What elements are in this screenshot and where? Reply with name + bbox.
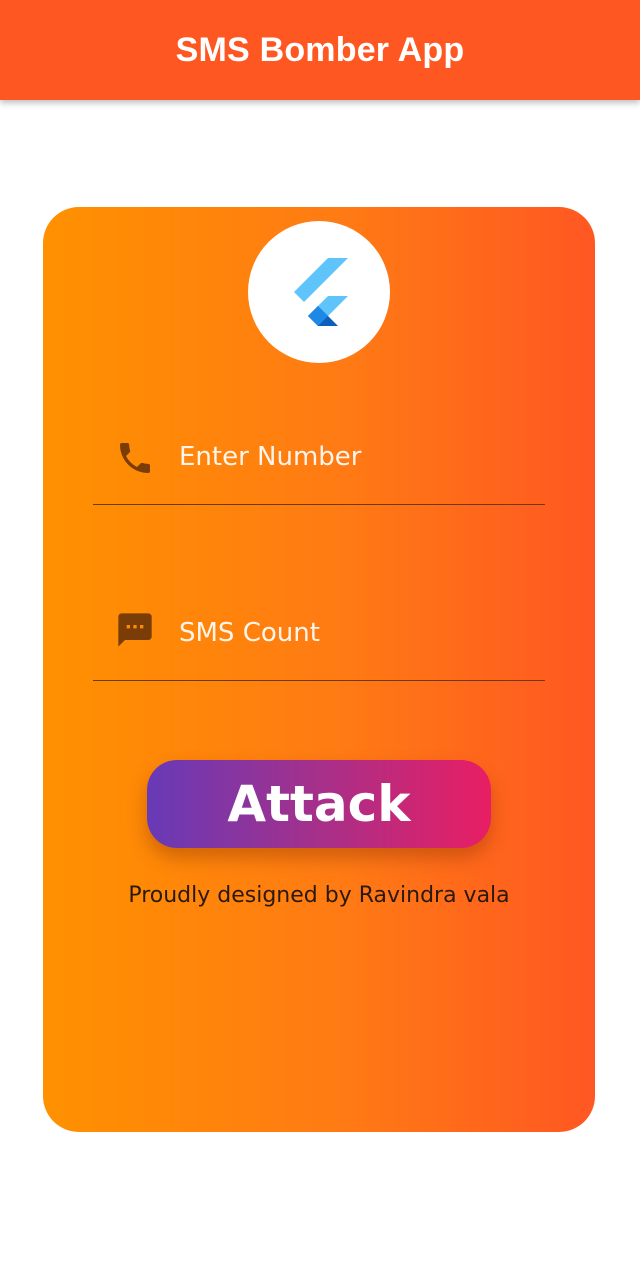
attack-button[interactable]: Attack (147, 760, 491, 848)
sms-icon (118, 613, 152, 647)
sms-count-field (93, 590, 545, 681)
phone-number-field (93, 414, 545, 505)
phone-icon (120, 443, 150, 473)
sms-count-input[interactable] (179, 611, 529, 655)
app-title: SMS Bomber App (175, 30, 465, 69)
phone-number-input[interactable] (179, 435, 529, 479)
footer-credit: Proudly designed by Ravindra vala (128, 883, 510, 908)
app-bar: SMS Bomber App (0, 0, 640, 100)
logo-avatar (248, 221, 390, 363)
form-card: Attack Proudly designed by Ravindra vala (43, 207, 595, 1132)
flutter-logo-icon (294, 258, 348, 326)
